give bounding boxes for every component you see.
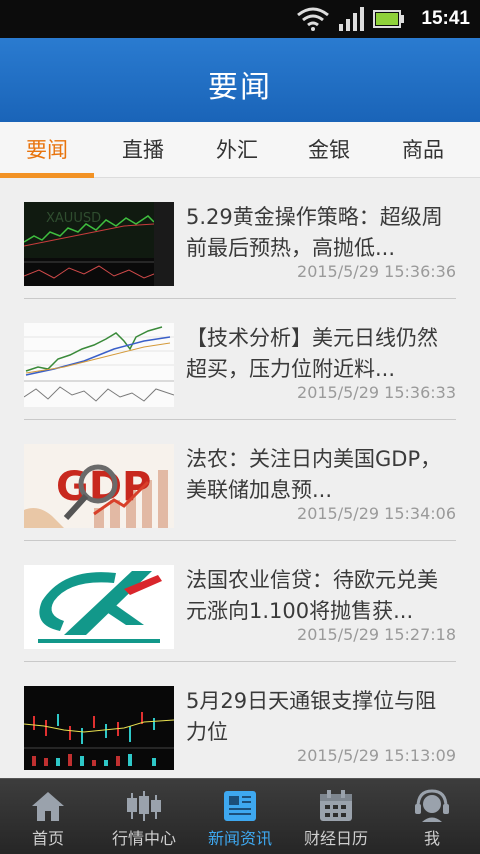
nav-calendar[interactable]: 财经日历 <box>288 779 384 854</box>
news-item[interactable]: 法国农业信贷：待欧元兑美元涨向1.100将抛售获... 2015/5/29 15… <box>24 541 456 662</box>
credit-agricole-logo <box>24 565 174 649</box>
news-timestamp: 2015/5/29 15:27:18 <box>297 625 456 644</box>
news-item[interactable]: GDP 法农：关注日内美国GDP，美联储加息预... 2015/5/29 15:… <box>24 420 456 541</box>
news-timestamp: 2015/5/29 15:13:09 <box>297 746 456 765</box>
nav-label: 财经日历 <box>303 829 368 848</box>
nav-me[interactable]: 我 <box>384 779 480 854</box>
tab-forex[interactable]: 外汇 <box>190 122 284 178</box>
news-timestamp: 2015/5/29 15:36:33 <box>297 383 456 402</box>
news-headline: 5月29日天通银支撑位与阻力位 <box>186 689 437 744</box>
headset-icon <box>415 789 449 822</box>
news-item[interactable]: 5月29日天通银支撑位与阻力位 2015/5/29 15:13:09 <box>24 662 456 778</box>
status-time: 15:41 <box>421 8 470 29</box>
category-tabs: 要闻 直播 外汇 金银 商品 <box>0 122 480 178</box>
news-item[interactable]: 【技术分析】美元日线仍然超买，压力位附近料... 2015/5/29 15:36… <box>24 299 456 420</box>
wifi-icon <box>297 7 329 31</box>
news-timestamp: 2015/5/29 15:34:06 <box>297 504 456 523</box>
news-item[interactable]: XAUUSD 5.29黄金操作策略：超级周前最后预热，高抛低... 2015/5… <box>24 178 456 299</box>
tab-gold-silver[interactable]: 金银 <box>282 122 376 178</box>
nav-news[interactable]: 新闻资讯 <box>192 779 288 854</box>
candlestick-chart-icon <box>24 686 174 770</box>
battery-icon <box>373 10 404 28</box>
news-list[interactable]: XAUUSD 5.29黄金操作策略：超级周前最后预热，高抛低... 2015/5… <box>0 178 480 778</box>
signal-icon <box>339 7 364 31</box>
news-headline: 【技术分析】美元日线仍然超买，压力位附近料... <box>186 326 438 381</box>
news-headline: 法农：关注日内美国GDP，美联储加息预... <box>186 447 442 502</box>
header: 要闻 <box>0 38 480 122</box>
status-bar: 15:41 <box>0 0 480 38</box>
tab-live[interactable]: 直播 <box>96 122 190 178</box>
nav-label: 我 <box>423 829 440 848</box>
news-headline: 5.29黄金操作策略：超级周前最后预热，高抛低... <box>186 205 443 260</box>
news-timestamp: 2015/5/29 15:36:36 <box>297 262 456 281</box>
nav-home[interactable]: 首页 <box>0 779 96 854</box>
nav-market-center[interactable]: 行情中心 <box>96 779 192 854</box>
tab-commodities[interactable]: 商品 <box>376 122 470 178</box>
nav-label: 首页 <box>31 829 64 848</box>
chart-light-icon <box>24 323 174 407</box>
nav-label: 行情中心 <box>111 829 176 848</box>
chart-dark-icon: XAUUSD <box>24 202 174 286</box>
candlestick-icon <box>127 791 161 821</box>
nav-label: 新闻资讯 <box>207 829 272 848</box>
newspaper-icon <box>224 791 256 821</box>
gdp-icon: GDP <box>24 444 174 528</box>
home-icon <box>32 792 64 821</box>
news-headline: 法国农业信贷：待欧元兑美元涨向1.100将抛售获... <box>186 568 438 623</box>
bottom-nav: 首页 行情中心 新闻资讯 财经日历 我 <box>0 778 480 854</box>
calendar-icon <box>320 790 352 821</box>
gdp-text: GDP <box>56 464 151 510</box>
page-title: 要闻 <box>208 70 272 105</box>
tab-headlines[interactable]: 要闻 <box>0 122 94 178</box>
chart-watermark: XAUUSD <box>46 211 101 226</box>
